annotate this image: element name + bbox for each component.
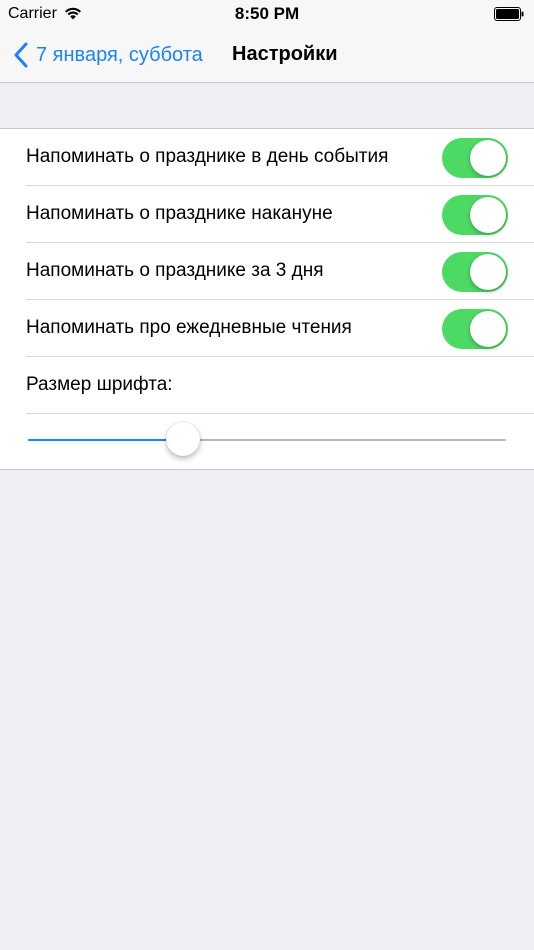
slider-track-fill [28,439,183,441]
switch-knob [470,311,506,347]
navigation-bar: 7 января, суббота Настройки [0,28,534,83]
battery-icon [494,7,524,21]
status-time: 8:50 PM [234,4,300,23]
toggle-switch-daily-readings[interactable] [442,309,508,349]
font-size-label: Размер шрифта: [26,374,173,395]
setting-row-daily-readings: Напоминать про ежедневные чтения [0,300,534,357]
status-bar: Carrier 8:50 PM [0,0,534,28]
font-size-slider[interactable] [28,422,506,458]
setting-row-event-day: Напоминать о празднике в день события [0,129,534,186]
setting-row-font-size: Размер шрифта: [0,357,534,414]
setting-label: Напоминать о празднике накануне [26,203,333,224]
chevron-left-icon [14,42,28,68]
toggle-switch-three-days[interactable] [442,252,508,292]
slider-thumb[interactable] [165,422,200,456]
switch-knob [470,140,506,176]
toggle-switch-eve[interactable] [442,195,508,235]
switch-knob [470,197,506,233]
settings-group: Напоминать о празднике в день события На… [0,128,534,470]
setting-label: Напоминать о празднике за 3 дня [26,260,324,281]
back-button-label: 7 января, суббота [36,43,203,66]
page-title: Настройки [232,43,338,65]
setting-label: Напоминать про ежедневные чтения [26,317,352,338]
back-button[interactable]: 7 января, суббота [14,40,203,70]
setting-label: Напоминать о празднике в день события [26,146,389,167]
toggle-switch-event-day[interactable] [442,138,508,178]
setting-row-three-days: Напоминать о празднике за 3 дня [0,243,534,300]
switch-knob [470,254,506,290]
row-divider [26,413,534,414]
setting-row-eve: Напоминать о празднике накануне [0,186,534,243]
